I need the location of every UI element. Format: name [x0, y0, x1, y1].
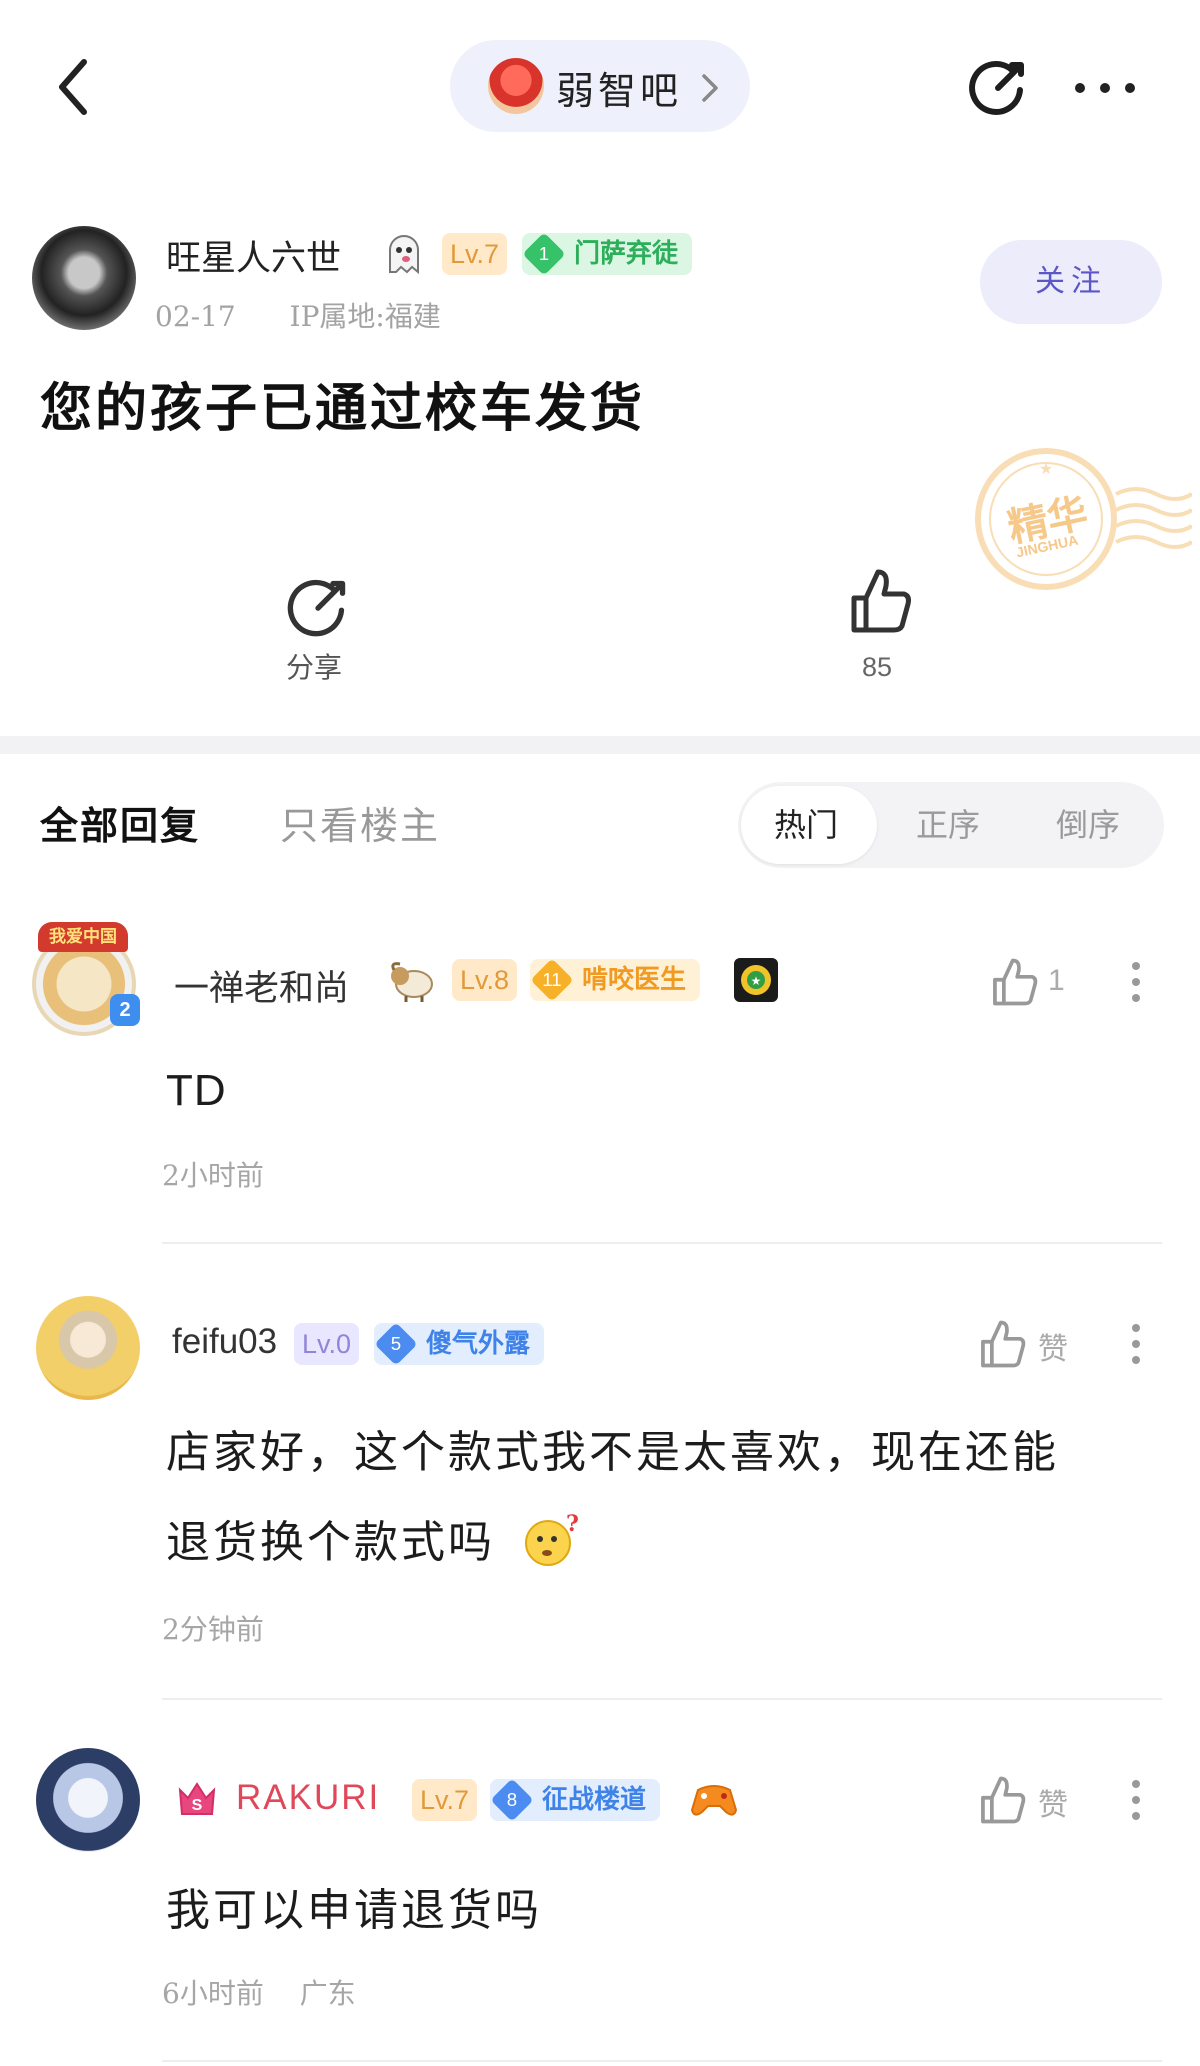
share-icon: [287, 579, 346, 637]
share-label: 分享: [286, 651, 343, 684]
more-horizontal-icon: [1075, 83, 1135, 93]
honor-title: 征战楼道: [542, 1785, 647, 1815]
thinking-emoji-icon: ?: [522, 1508, 579, 1566]
ghost-icon: [382, 232, 426, 276]
comment-location: 广东: [299, 1977, 356, 2010]
chevron-right-icon: [694, 66, 724, 110]
more-vertical-icon: [1132, 1324, 1140, 1364]
thumbs-up-icon: [851, 569, 911, 633]
honor-badge: 11 啃咬医生: [530, 958, 701, 1002]
featured-stamp: ★ 精华 JINGHUA: [966, 444, 1194, 594]
comment-like-button[interactable]: [978, 1774, 1028, 1826]
commenter-avatar[interactable]: [36, 1748, 140, 1852]
honor-gem-icon: 11: [530, 958, 574, 1002]
share-action-button[interactable]: [286, 574, 350, 638]
level-badge: Lv.8: [452, 959, 518, 1001]
avatar-frame-banner: 我爱中国: [38, 922, 128, 952]
level-badge: Lv.7: [442, 233, 508, 275]
commenter-avatar[interactable]: 我爱中国 2: [24, 922, 142, 1040]
svg-text:?: ?: [566, 1511, 578, 1537]
honor-title: 傻气外露: [426, 1329, 531, 1359]
like-count: 85: [862, 652, 893, 682]
tab-all-replies[interactable]: 全部回复: [40, 795, 200, 850]
comment-time: 6小时前: [162, 1977, 264, 2010]
gamepad-icon: [690, 1776, 738, 1822]
ram-icon: [388, 958, 438, 1004]
honor-gem-icon: 5: [374, 1322, 418, 1366]
more-options-button[interactable]: [1070, 70, 1140, 106]
commenter-avatar[interactable]: [36, 1296, 140, 1400]
thumbs-up-icon: [981, 1320, 1026, 1368]
commenter-name[interactable]: 一禅老和尚: [174, 960, 349, 1011]
honor-badge: 1 门萨弃徒: [522, 232, 693, 276]
svg-text:S: S: [192, 1797, 203, 1814]
chevron-left-icon: [59, 59, 87, 115]
honor-title: 啃咬医生: [582, 965, 687, 995]
comment-time: 2分钟前: [162, 1613, 264, 1646]
level-badge: Lv.7: [412, 1779, 478, 1821]
honor-badge: 8 征战楼道: [490, 1778, 661, 1822]
comment-text-line: 退货换个款式吗 ?: [166, 1498, 1156, 1588]
honor-badge: 5 傻气外露: [374, 1322, 545, 1366]
comment-divider: [162, 2060, 1162, 2062]
comment-time: 2小时前: [162, 1159, 264, 1192]
forum-name: 弱智吧: [556, 69, 683, 113]
share-icon: [969, 61, 1024, 115]
author-name[interactable]: 旺星人六世: [166, 230, 341, 281]
sort-ascending[interactable]: 正序: [916, 800, 980, 846]
comment-more-button[interactable]: [1130, 960, 1142, 1004]
comment-like-label: 赞: [1038, 1788, 1068, 1823]
share-button[interactable]: [968, 56, 1028, 116]
medal-icon: ★: [732, 956, 780, 1004]
comment-text: 我可以申请退货吗: [166, 1885, 542, 1936]
comment-divider: [162, 1242, 1162, 1244]
sort-descending[interactable]: 倒序: [1056, 800, 1120, 846]
comment-more-button[interactable]: [1130, 1778, 1142, 1822]
vip-crown-icon: S: [174, 1776, 220, 1822]
sort-hot[interactable]: 热门: [774, 800, 838, 846]
commenter-name[interactable]: RAKURI: [236, 1778, 380, 1818]
back-button[interactable]: [50, 52, 100, 122]
author-avatar[interactable]: [32, 226, 136, 330]
thumbs-up-icon: [981, 1776, 1026, 1824]
comment-more-button[interactable]: [1130, 1322, 1142, 1366]
comment-divider: [162, 1698, 1162, 1700]
post-date: 02-17: [155, 300, 236, 333]
comment-like-button[interactable]: [990, 956, 1040, 1008]
post-meta: 02-17 IP属地:福建: [155, 295, 441, 335]
comment-text: 店家好，这个款式我不是太喜欢，现在还能 退货换个款式吗 ?: [166, 1408, 1156, 1588]
level-badge: Lv.0: [294, 1323, 360, 1365]
like-button[interactable]: [848, 566, 914, 636]
more-vertical-icon: [1132, 1780, 1140, 1820]
comment-like-count: 1: [1048, 964, 1065, 997]
comment-time-location: 6小时前 广东: [162, 1972, 356, 2012]
comment-like-label: 赞: [1038, 1332, 1068, 1367]
post-title: 您的孩子已通过校车发货: [40, 378, 646, 439]
section-divider: [0, 736, 1200, 754]
svg-text:★: ★: [1039, 459, 1053, 478]
avatar-badge: 2: [110, 994, 140, 1026]
comment-text-line: 店家好，这个款式我不是太喜欢，现在还能: [166, 1427, 1059, 1478]
svg-text:★: ★: [751, 974, 762, 988]
thumbs-up-icon: [993, 958, 1038, 1006]
post-ip: IP属地:福建: [289, 300, 441, 333]
commenter-name[interactable]: feifu03: [172, 1322, 277, 1362]
forum-avatar: [488, 58, 544, 114]
comment-text: TD: [166, 1066, 227, 1115]
follow-button[interactable]: 关注: [980, 240, 1162, 324]
honor-title: 门萨弃徒: [574, 239, 679, 269]
honor-gem-icon: 1: [522, 232, 566, 276]
tab-op-only[interactable]: 只看楼主: [280, 795, 440, 850]
comment-like-button[interactable]: [978, 1318, 1028, 1370]
honor-gem-icon: 8: [490, 1778, 534, 1822]
more-vertical-icon: [1132, 962, 1140, 1002]
